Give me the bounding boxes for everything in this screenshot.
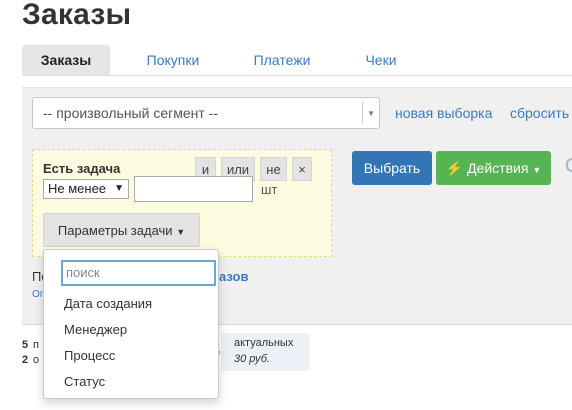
dropdown-search-input[interactable]: поиск [61,260,216,286]
actions-label: Действия [467,160,529,176]
tab-orders[interactable]: Заказы [22,45,110,75]
stat-row-1-number: 5 [22,339,29,351]
remove-condition-button[interactable]: × [292,157,312,181]
orders-count-link[interactable]: азов [219,269,248,284]
partial-icon [566,158,572,172]
page-title: Заказы [22,0,132,31]
task-parameters-label: Параметры задачи [57,223,173,238]
tab-purchases[interactable]: Покупки [132,45,214,75]
comparison-select-value: Не менее [48,181,107,196]
caret-down-icon: ▼ [176,227,186,237]
actions-button[interactable]: ⚡ Действия ▼ [436,151,551,185]
quantity-input[interactable] [134,176,253,202]
segment-select[interactable]: -- произвольный сегмент -- ▼ [32,97,380,129]
stats-value: 30 руб. [234,353,271,365]
select-divider [362,102,363,124]
stat-row-1-text: п [33,339,39,351]
menu-item-manager[interactable]: Менеджер [64,322,127,337]
lightning-icon: ⚡ [445,160,464,176]
segment-select-value: -- произвольный сегмент -- [43,105,218,121]
comparison-select[interactable]: Не менее ▼ [43,179,129,199]
task-parameters-dropdown: поиск Дата создания Менеджер Процесс Ста… [43,249,219,399]
stat-row-2-text: о [33,354,40,366]
tabs-bar: Заказы Покупки Платежи Чеки [22,45,572,76]
not-button[interactable]: не [260,157,287,181]
stats-label: актуальных [234,337,294,349]
select-button[interactable]: Выбрать [352,151,432,185]
tab-payments[interactable]: Платежи [244,45,320,75]
menu-item-creation-date[interactable]: Дата создания [64,296,152,311]
chevron-down-icon: ▼ [367,109,375,118]
reset-link[interactable]: сбросить [510,105,569,121]
caret-down-icon: ▼ [532,165,542,175]
menu-item-process[interactable]: Процесс [64,348,115,363]
task-condition-label: Есть задача [43,161,121,176]
unit-label: шт [261,182,278,197]
chevron-down-icon: ▼ [114,183,124,194]
tab-receipts[interactable]: Чеки [354,45,408,75]
menu-item-status[interactable]: Статус [64,374,105,389]
stat-row-2-number: 2 [22,354,29,366]
new-selection-link[interactable]: новая выборка [395,105,492,121]
task-parameters-button[interactable]: Параметры задачи ▼ [43,213,200,247]
